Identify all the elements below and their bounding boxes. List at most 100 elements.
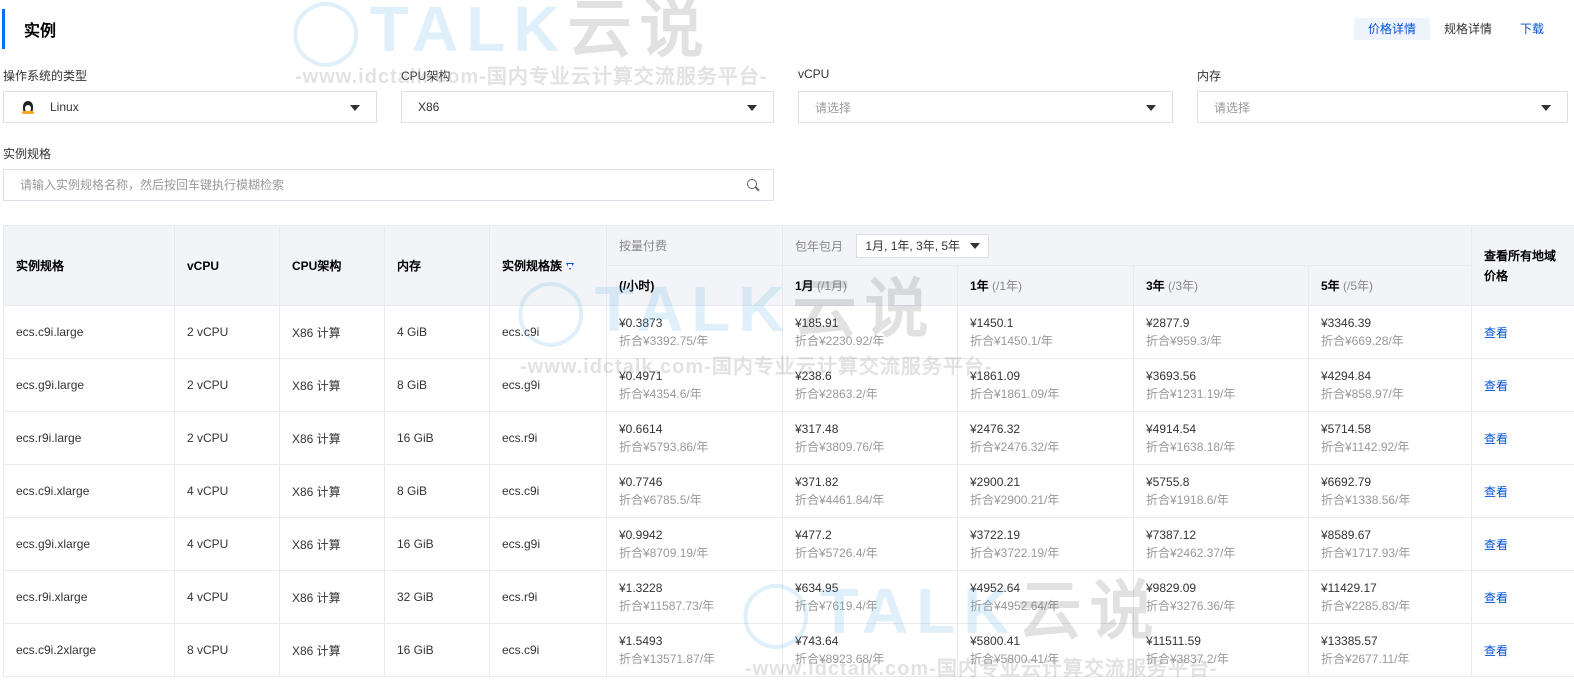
- price-value: ¥1450.1: [970, 316, 1014, 330]
- chevron-down-icon: [970, 242, 981, 249]
- cell-family: ecs.g9i: [489, 517, 607, 571]
- cell-vcpu: 2 vCPU: [174, 411, 280, 465]
- cell-spec: ecs.r9i.xlarge: [3, 570, 175, 624]
- view-regions-link[interactable]: 查看: [1484, 538, 1508, 552]
- cpu-arch-label: CPU架构: [401, 69, 451, 83]
- cell-family: ecs.c9i: [489, 464, 607, 518]
- os-type-value: Linux: [50, 100, 79, 114]
- search-icon[interactable]: [747, 179, 760, 192]
- price-value: ¥0.3873: [619, 316, 663, 330]
- vcpu-label: vCPU: [798, 67, 830, 81]
- col-header-cpu-arch: CPU架构: [279, 225, 385, 306]
- cell-cpu-arch: X86 计算: [279, 570, 385, 624]
- vcpu-select[interactable]: 请选择: [798, 91, 1173, 123]
- price-value: ¥185.91: [795, 316, 839, 330]
- price-annualized: 折合¥7619.4/年: [795, 599, 878, 613]
- col-header-all-regions: 查看所有地域价格: [1471, 225, 1574, 306]
- table-row: ecs.c9i.2xlarge 8 vCPU X86 计算 16 GiB ecs.c9i…: [3, 623, 1574, 677]
- cell-spec: ecs.c9i.xlarge: [3, 464, 175, 518]
- price-value: ¥9829.09: [1146, 581, 1197, 595]
- price-value: ¥5755.8: [1146, 475, 1190, 489]
- watermark-text: -www.idctalk.com-国内专业云计算交流服务平台-: [295, 66, 768, 88]
- cell-spec: ecs.g9i.large: [3, 358, 175, 412]
- cell-vcpu: 4 vCPU: [174, 570, 280, 624]
- view-regions-link[interactable]: 查看: [1484, 379, 1508, 393]
- price-annualized: 折合¥13571.87/年: [619, 652, 716, 666]
- price-annualized: 折合¥4952.64/年: [970, 599, 1060, 613]
- price-annualized: 折合¥2230.92/年: [795, 334, 885, 348]
- instance-spec-input[interactable]: [20, 178, 720, 192]
- price-value: ¥0.7746: [619, 475, 663, 489]
- memory-select[interactable]: 请选择: [1197, 91, 1568, 123]
- view-regions-link[interactable]: 查看: [1484, 432, 1508, 446]
- price-value: ¥6692.79: [1321, 475, 1372, 489]
- price-value: ¥238.6: [795, 369, 832, 383]
- price-value: ¥0.4971: [619, 369, 663, 383]
- cell-memory: 4 GiB: [384, 305, 490, 359]
- col-header-5-year: 5年 (/5年): [1308, 265, 1472, 306]
- chevron-down-icon: [350, 105, 360, 111]
- price-value: ¥1.5493: [619, 634, 663, 648]
- os-type-select[interactable]: Linux: [3, 91, 377, 123]
- price-value: ¥11511.59: [1146, 634, 1201, 648]
- col-header-3-year-label: 3年: [1146, 279, 1165, 293]
- tab-spec-details[interactable]: 规格详情: [1430, 18, 1506, 40]
- cell-5-year-price: ¥13385.57 折合¥2677.11/年: [1308, 623, 1472, 677]
- cell-action: 查看: [1471, 623, 1574, 677]
- cpu-arch-select[interactable]: X86: [401, 91, 774, 123]
- price-value: ¥13385.57: [1321, 634, 1378, 648]
- cell-cpu-arch: X86 计算: [279, 358, 385, 412]
- col-header-1-year-unit: (/1年): [992, 279, 1023, 293]
- price-annualized: 折合¥5800.41/年: [970, 652, 1060, 666]
- cell-family: ecs.c9i: [489, 305, 607, 359]
- cell-cpu-arch: X86 计算: [279, 464, 385, 518]
- col-header-1-month: 1月 (/1月): [782, 265, 958, 306]
- cell-5-year-price: ¥5714.58 折合¥1142.92/年: [1308, 411, 1472, 465]
- cell-3-year-price: ¥4914.54 折合¥1638.18/年: [1133, 411, 1309, 465]
- view-regions-link[interactable]: 查看: [1484, 485, 1508, 499]
- table-row: ecs.c9i.large 2 vCPU X86 计算 4 GiB ecs.c9i ¥0.…: [3, 305, 1574, 359]
- cell-vcpu: 8 vCPU: [174, 623, 280, 677]
- cell-3-year-price: ¥5755.8 折合¥1918.6/年: [1133, 464, 1309, 518]
- price-value: ¥2877.9: [1146, 316, 1190, 330]
- view-regions-link[interactable]: 查看: [1484, 591, 1508, 605]
- price-annualized: 折合¥3392.75/年: [619, 334, 709, 348]
- cell-1-year-price: ¥1450.1 折合¥1450.1/年: [957, 305, 1134, 359]
- price-annualized: 折合¥3809.76/年: [795, 440, 885, 454]
- cell-memory: 16 GiB: [384, 517, 490, 571]
- filter-icon[interactable]: [566, 263, 575, 271]
- cpu-arch-value: X86: [418, 100, 440, 114]
- col-header-hourly: (/小时): [606, 265, 783, 306]
- cell-action: 查看: [1471, 411, 1574, 465]
- price-annualized: 折合¥4354.6/年: [619, 387, 702, 401]
- col-header-subscription: 包年包月 1月, 1年, 3年, 5年: [782, 225, 1472, 266]
- term-select[interactable]: 1月, 1年, 3年, 5年: [856, 233, 990, 258]
- table-row: ecs.g9i.xlarge 4 vCPU X86 计算 16 GiB ecs.g9i ¥…: [3, 517, 1574, 571]
- chevron-down-icon: [1146, 105, 1156, 111]
- view-regions-link[interactable]: 查看: [1484, 326, 1508, 340]
- cell-action: 查看: [1471, 570, 1574, 624]
- price-annualized: 折合¥3722.19/年: [970, 546, 1060, 560]
- cell-5-year-price: ¥6692.79 折合¥1338.56/年: [1308, 464, 1472, 518]
- price-value: ¥0.9942: [619, 528, 663, 542]
- download-link[interactable]: 下载: [1506, 18, 1558, 40]
- table-row: ecs.c9i.xlarge 4 vCPU X86 计算 8 GiB ecs.c9i ¥0…: [3, 464, 1574, 518]
- price-annualized: 折合¥959.3/年: [1146, 334, 1223, 348]
- price-annualized: 折合¥2677.11/年: [1321, 652, 1410, 666]
- col-header-3-year: 3年 (/3年): [1133, 265, 1309, 306]
- cell-5-year-price: ¥11429.17 折合¥2285.83/年: [1308, 570, 1472, 624]
- cell-hourly-price: ¥0.3873 折合¥3392.75/年: [606, 305, 783, 359]
- cell-action: 查看: [1471, 305, 1574, 359]
- tab-price-details[interactable]: 价格详情: [1353, 18, 1430, 40]
- col-header-family: 实例规格族: [489, 225, 607, 306]
- cell-cpu-arch: X86 计算: [279, 411, 385, 465]
- table-row: ecs.g9i.large 2 vCPU X86 计算 8 GiB ecs.g9i ¥0.…: [3, 358, 1574, 412]
- cell-family: ecs.g9i: [489, 358, 607, 412]
- price-annualized: 折合¥1338.56/年: [1321, 493, 1411, 507]
- cell-hourly-price: ¥0.9942 折合¥8709.19/年: [606, 517, 783, 571]
- subscription-label: 包年包月: [795, 239, 844, 253]
- price-value: ¥5800.41: [970, 634, 1021, 648]
- col-header-spec: 实例规格: [3, 225, 175, 306]
- view-regions-link[interactable]: 查看: [1484, 644, 1508, 658]
- price-value: ¥2476.32: [970, 422, 1021, 436]
